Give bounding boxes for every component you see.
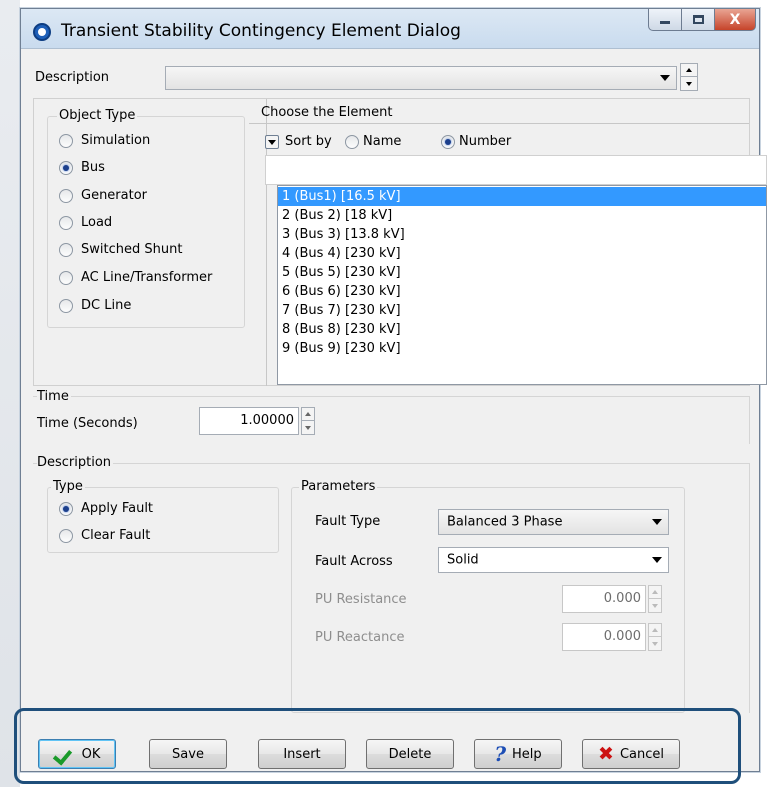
radio-switched-shunt[interactable]: Switched Shunt (59, 242, 182, 257)
button-bar-highlight (14, 708, 741, 784)
radio-bus[interactable]: Bus (59, 160, 105, 175)
radio-dc-line[interactable]: DC Line (59, 298, 131, 313)
radio-icon (345, 134, 359, 149)
list-item[interactable]: 6 (Bus 6) [230 kV] (278, 282, 766, 301)
list-item[interactable]: 4 (Bus 4) [230 kV] (278, 244, 766, 263)
fault-type-dropdown[interactable]: Balanced 3 Phase (438, 509, 669, 535)
pu-resistance-stepper[interactable] (648, 585, 662, 613)
sort-by-label: Sort by (285, 134, 332, 149)
radio-selected-icon (441, 134, 455, 149)
radio-label: Clear Fault (81, 528, 151, 543)
stepper-down-icon[interactable] (681, 77, 697, 90)
pu-reactance-stepper[interactable] (648, 623, 662, 651)
radio-selected-icon (59, 160, 73, 175)
pu-reactance-input[interactable]: 0.000 (562, 623, 646, 651)
chevron-down-icon (660, 75, 670, 81)
radio-icon (59, 242, 73, 257)
description-label: Description (35, 70, 110, 85)
radio-label: Number (459, 134, 512, 149)
radio-label: AC Line/Transformer (81, 270, 213, 285)
element-list[interactable]: 1 (Bus1) [16.5 kV] 2 (Bus 2) [18 kV] 3 (… (277, 185, 767, 385)
title-bar[interactable]: Transient Stability Contingency Element … (21, 9, 759, 49)
radio-icon (59, 298, 73, 313)
object-type-label: Object Type (57, 108, 138, 123)
radio-apply-fault[interactable]: Apply Fault (59, 501, 153, 516)
radio-icon (59, 528, 73, 543)
time-seconds-input[interactable]: 1.00000 (199, 407, 299, 435)
radio-icon (59, 270, 73, 285)
radio-icon (59, 133, 73, 148)
element-filter-input[interactable] (265, 155, 767, 185)
stepper-up-icon[interactable] (302, 408, 314, 421)
splitter-left[interactable] (247, 99, 267, 386)
time-seconds-label: Time (Seconds) (37, 416, 138, 431)
radio-sort-name[interactable]: Name (345, 134, 401, 149)
close-icon: X (729, 11, 741, 28)
window-title: Transient Stability Contingency Element … (61, 21, 461, 41)
list-item[interactable]: 5 (Bus 5) [230 kV] (278, 263, 766, 282)
radio-label: Name (363, 134, 402, 149)
type-label: Type (51, 479, 85, 494)
list-item[interactable]: 1 (Bus1) [16.5 kV] (278, 187, 766, 206)
stepper-down-icon[interactable] (649, 599, 661, 612)
radio-label: Switched Shunt (81, 242, 183, 257)
radio-label: Generator (81, 188, 148, 203)
fault-type-label: Fault Type (315, 514, 381, 529)
radio-icon (59, 188, 73, 203)
radio-clear-fault[interactable]: Clear Fault (59, 528, 150, 543)
radio-label: DC Line (81, 298, 132, 313)
chevron-down-icon (652, 557, 662, 563)
choose-element-title: Choose the Element (261, 105, 393, 120)
radio-label: Apply Fault (81, 501, 154, 516)
list-item[interactable]: 2 (Bus 2) [18 kV] (278, 206, 766, 225)
fault-across-label: Fault Across (315, 554, 393, 569)
radio-simulation[interactable]: Simulation (59, 133, 150, 148)
sort-menu-button[interactable] (265, 135, 279, 149)
stepper-up-icon[interactable] (649, 624, 661, 637)
chevron-down-icon (268, 139, 276, 145)
radio-generator[interactable]: Generator (59, 188, 147, 203)
minimize-button[interactable] (648, 9, 682, 31)
radio-selected-icon (59, 501, 73, 516)
radio-label: Load (81, 215, 113, 230)
stepper-down-icon[interactable] (302, 421, 314, 434)
list-item[interactable]: 9 (Bus 9) [230 kV] (278, 339, 766, 358)
radio-label: Bus (81, 160, 105, 175)
time-seconds-stepper[interactable] (301, 407, 315, 435)
stepper-up-icon[interactable] (681, 64, 697, 77)
list-item[interactable]: 3 (Bus 3) [13.8 kV] (278, 225, 766, 244)
radio-ac-line-transformer[interactable]: AC Line/Transformer (59, 270, 212, 285)
pu-resistance-label: PU Resistance (315, 592, 407, 607)
fault-across-dropdown[interactable]: Solid (438, 547, 669, 573)
radio-sort-number[interactable]: Number (441, 134, 511, 149)
description-stepper[interactable] (680, 63, 698, 91)
time-group (33, 396, 750, 444)
fault-type-group (47, 487, 279, 553)
chevron-down-icon (652, 519, 662, 525)
maximize-icon (692, 15, 704, 24)
app-icon (33, 23, 51, 41)
description-group-label: Description (37, 455, 114, 470)
parameters-label: Parameters (299, 479, 378, 494)
time-group-label: Time (37, 389, 71, 404)
fault-across-value: Solid (447, 552, 479, 568)
stepper-down-icon[interactable] (649, 637, 661, 650)
maximize-button[interactable] (681, 9, 715, 31)
fault-type-value: Balanced 3 Phase (447, 514, 563, 530)
radio-load[interactable]: Load (59, 215, 112, 230)
stepper-up-icon[interactable] (649, 586, 661, 599)
dialog-window: Transient Stability Contingency Element … (20, 8, 767, 772)
list-item[interactable]: 8 (Bus 8) [230 kV] (278, 320, 766, 339)
radio-icon (59, 215, 73, 230)
description-dropdown[interactable] (165, 66, 677, 90)
pu-resistance-input[interactable]: 0.000 (562, 585, 646, 613)
minimize-icon (660, 21, 670, 24)
pu-reactance-label: PU Reactance (315, 630, 405, 645)
radio-label: Simulation (81, 133, 151, 148)
desktop-background (0, 0, 20, 787)
close-button[interactable]: X (714, 9, 756, 31)
list-item[interactable]: 7 (Bus 7) [230 kV] (278, 301, 766, 320)
